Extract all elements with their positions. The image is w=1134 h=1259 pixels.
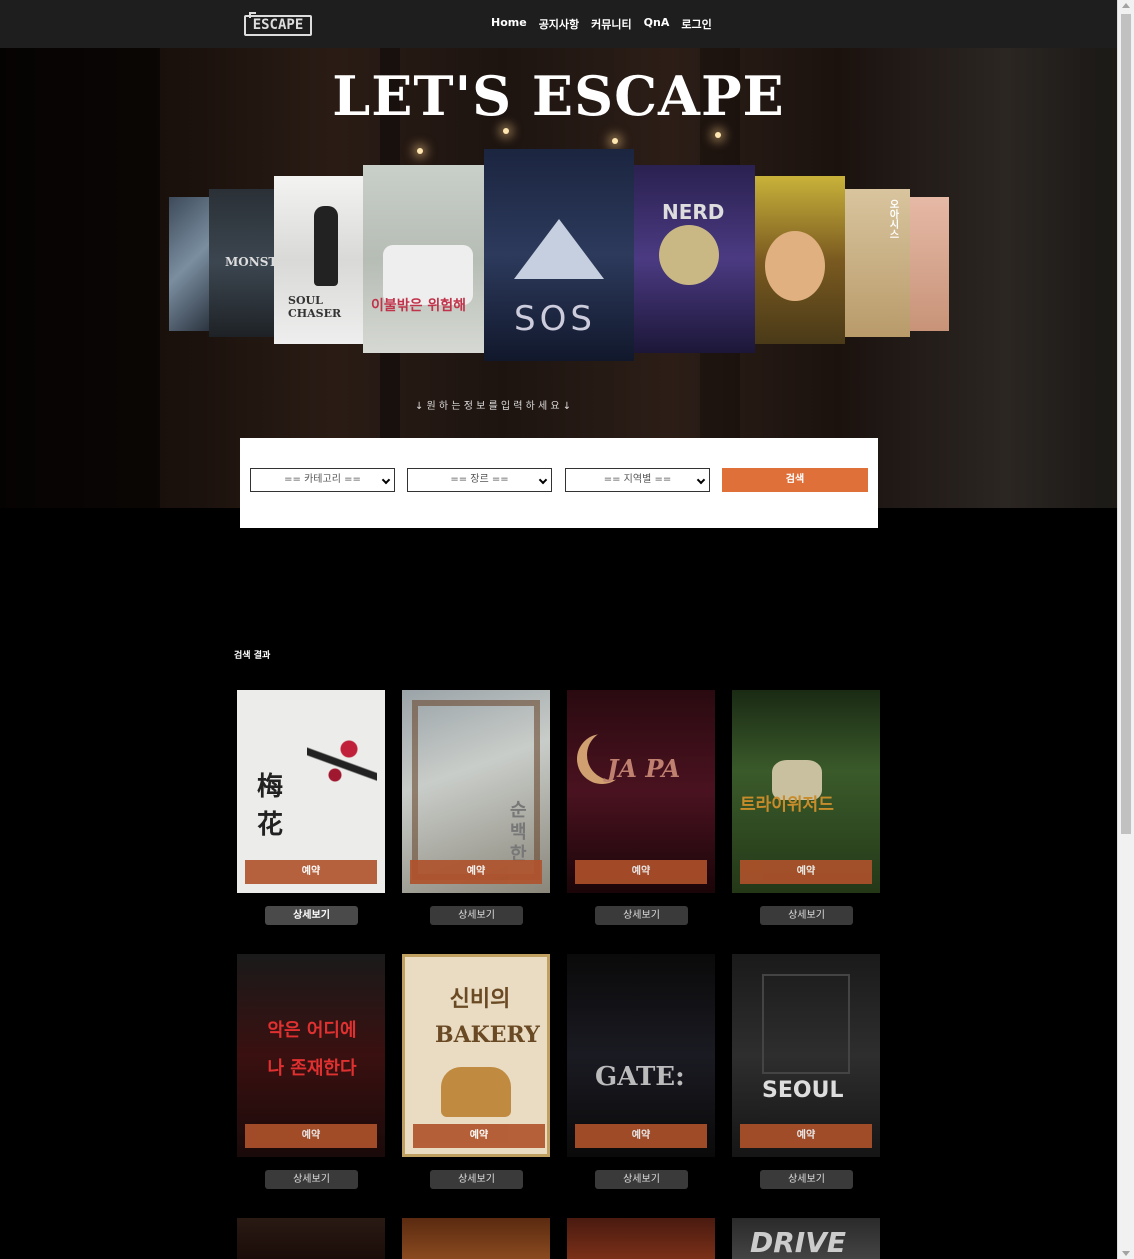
detail-button[interactable]: 상세보기 (595, 1170, 688, 1189)
escape-logo[interactable]: ESCAPE (244, 12, 312, 36)
carousel-poster[interactable]: MONSTER (209, 189, 274, 337)
poster-face (765, 231, 825, 301)
card-title: 트라이위저드 (740, 795, 834, 815)
detail-button[interactable]: 상세보기 (760, 1170, 853, 1189)
reserve-button[interactable]: 예약 (575, 860, 707, 884)
poster-figure (314, 206, 338, 286)
card-title: 梅花 (257, 772, 284, 840)
plum-branch (307, 710, 377, 840)
poster-title: SOS (514, 299, 596, 339)
theme-card[interactable]: 트라이위저드 예약 (732, 690, 880, 893)
category-select[interactable]: == 카테고리 == (250, 468, 395, 492)
scroll-down-arrow-icon[interactable] (1122, 1251, 1130, 1256)
scroll-thumb[interactable] (1121, 14, 1131, 834)
detail-button[interactable]: 상세보기 (430, 906, 523, 925)
theme-card[interactable]: 순백한 예약 (402, 690, 550, 893)
theme-card[interactable]: GATE: 예약 (567, 954, 715, 1157)
detail-button[interactable]: 상세보기 (760, 906, 853, 925)
menu-community[interactable]: 커뮤니티 (591, 16, 631, 32)
genre-select[interactable]: == 장르 == (407, 468, 552, 492)
theme-card[interactable] (402, 1218, 550, 1259)
scroll-up-arrow-icon[interactable] (1122, 3, 1130, 8)
menu-login[interactable]: 로그인 (681, 16, 711, 32)
menu-qna[interactable]: QnA (644, 16, 670, 32)
theme-card[interactable] (567, 1218, 715, 1259)
card-title: 순백한 (510, 800, 527, 865)
poster-title: SOUL CHASER (288, 294, 342, 320)
search-panel: == 카테고리 == == 장르 == == 지역별 == 검색 (240, 438, 878, 528)
poster-title: MONSTER (225, 255, 274, 269)
reserve-button[interactable]: 예약 (413, 1124, 545, 1148)
poster-title: 이불밖은 위험해 (371, 298, 467, 314)
chevron-down-icon (696, 475, 706, 485)
theme-card[interactable]: 신비의 BAKERY 예약 (402, 954, 550, 1157)
theme-card[interactable]: SEOUL 예약 (732, 954, 880, 1157)
carousel-poster[interactable] (910, 197, 949, 331)
card-title: 신비의 BAKERY (435, 986, 540, 1048)
reserve-button[interactable]: 예약 (245, 1124, 377, 1148)
poster-title: 오아시스 (887, 199, 898, 239)
main-menu: Home 공지사항 커뮤니티 QnA 로그인 (491, 16, 712, 32)
reserve-button[interactable]: 예약 (245, 860, 377, 884)
theme-card[interactable] (237, 1218, 385, 1259)
detail-button[interactable]: 상세보기 (265, 906, 358, 925)
card-title: DRIVE (750, 1226, 847, 1259)
chevron-down-icon (538, 475, 548, 485)
card-title: GATE: (595, 1062, 685, 1092)
ceiling-light (612, 138, 618, 144)
theme-card[interactable]: JA PA 예약 (567, 690, 715, 893)
elevator-door (762, 974, 850, 1074)
poster-moon (659, 225, 719, 285)
carousel-poster[interactable]: 오아시스 (845, 189, 910, 337)
card-title: SEOUL (762, 1078, 844, 1103)
detail-button[interactable]: 상세보기 (595, 906, 688, 925)
theme-card[interactable]: DRIVE (732, 1218, 880, 1259)
search-hint: ↓ 원 하 는 정 보 를 입 력 하 세 요 ↓ (415, 401, 572, 412)
ceiling-light (417, 148, 423, 154)
chevron-down-icon (381, 475, 391, 485)
poster-title: NERD (662, 200, 725, 224)
ceiling-light (715, 132, 721, 138)
detail-button[interactable]: 상세보기 (430, 1170, 523, 1189)
reserve-button[interactable]: 예약 (575, 1124, 707, 1148)
bread-icon (441, 1067, 511, 1117)
menu-notice[interactable]: 공지사항 (539, 16, 579, 32)
region-select[interactable]: == 지역별 == (565, 468, 710, 492)
search-button[interactable]: 검색 (722, 468, 868, 492)
ceiling-light (503, 128, 509, 134)
card-title: JA PA (607, 754, 681, 783)
menu-home[interactable]: Home (491, 16, 527, 32)
carousel-poster[interactable]: 이불밖은 위험해 (363, 165, 484, 353)
reserve-button[interactable]: 예약 (740, 860, 872, 884)
category-select-value: == 카테고리 == (284, 474, 361, 485)
reserve-button[interactable]: 예약 (740, 1124, 872, 1148)
carousel-poster[interactable] (169, 197, 209, 331)
hero-title: LET'S ESCAPE (332, 64, 785, 128)
carousel-poster-active[interactable]: SOS (484, 149, 634, 361)
carousel-poster[interactable] (755, 176, 845, 344)
results-heading: 검색 결과 (234, 651, 271, 661)
region-select-value: == 지역별 == (603, 474, 672, 485)
page-scrollbar[interactable] (1117, 0, 1134, 1259)
carousel-poster[interactable]: NERD (634, 165, 755, 353)
carousel-poster[interactable]: SOUL CHASER (274, 176, 364, 344)
theme-card[interactable]: 악은 어디에나 존재한다 예약 (237, 954, 385, 1157)
card-title: 악은 어디에나 존재한다 (267, 1020, 357, 1079)
top-navbar: ESCAPE Home 공지사항 커뮤니티 QnA 로그인 (0, 0, 1117, 48)
theme-card[interactable]: 梅花 예약 (237, 690, 385, 893)
reserve-button[interactable]: 예약 (410, 860, 542, 884)
genre-select-value: == 장르 == (450, 474, 509, 485)
detail-button[interactable]: 상세보기 (265, 1170, 358, 1189)
poster-mountain (514, 219, 604, 279)
